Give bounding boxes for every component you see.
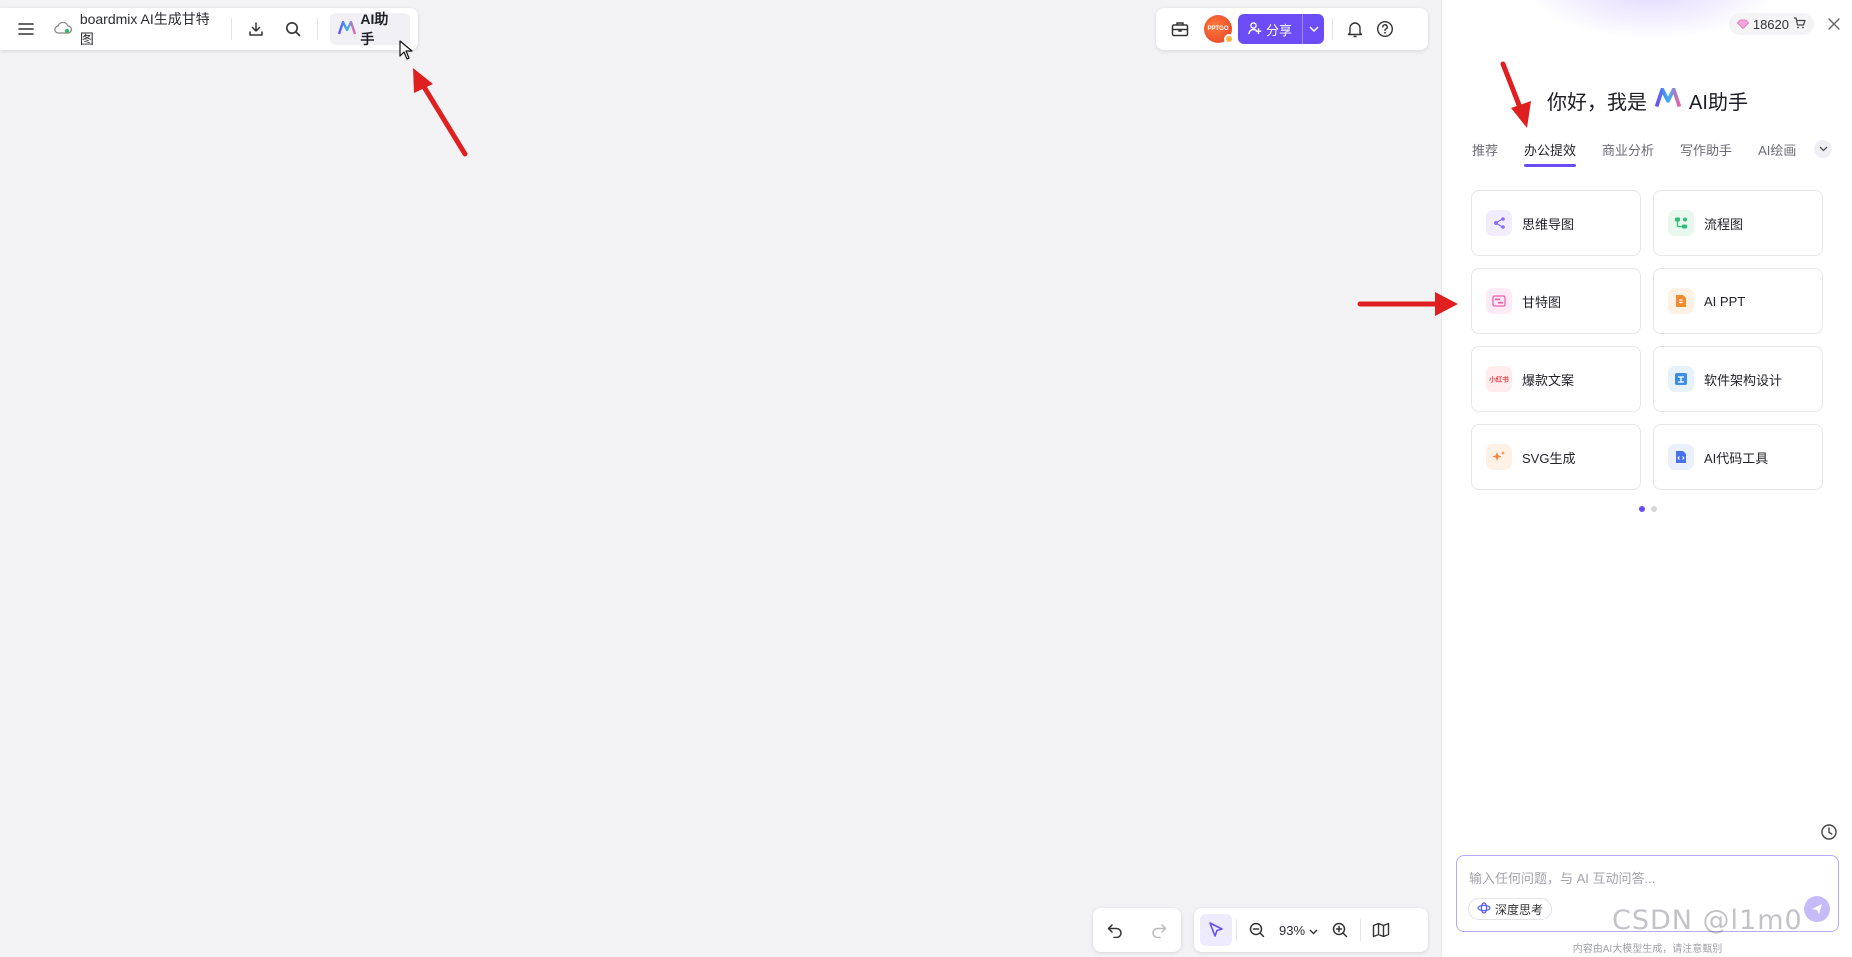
- card-label: 爆款文案: [1522, 372, 1575, 388]
- architecture-icon: [1668, 366, 1694, 392]
- card-label: 软件架构设计: [1704, 372, 1783, 388]
- history-toolbar: [1093, 908, 1181, 952]
- pagination-dot[interactable]: [1638, 506, 1645, 512]
- search-icon[interactable]: [278, 13, 310, 45]
- card-gantt[interactable]: 甘特图: [1471, 268, 1641, 334]
- flowchart-icon: [1668, 210, 1694, 236]
- divider: [317, 18, 319, 40]
- gem-icon: [1736, 17, 1749, 32]
- avatar[interactable]: PPTGO: [1204, 15, 1234, 44]
- document-title-text: boardmix AI生成甘特图: [79, 11, 210, 47]
- tab-writing[interactable]: 写作助手: [1680, 140, 1732, 167]
- greeting: 你好，我是 AI助手: [1442, 86, 1852, 115]
- close-icon[interactable]: [1824, 14, 1844, 34]
- ai-logo-icon: [1654, 87, 1682, 114]
- card-ai-ppt[interactable]: AI PPT: [1653, 268, 1823, 334]
- send-icon[interactable]: [1804, 896, 1830, 922]
- category-tabs: 推荐 办公提效 商业分析 写作助手 AI绘画: [1472, 140, 1842, 170]
- ai-disclaimer: 内容由AI大模型生成，请注意甄别: [1572, 944, 1723, 955]
- ppt-icon: [1668, 288, 1694, 314]
- chat-input-placeholder: 输入任何问题，与 AI 互动问答...: [1469, 871, 1656, 886]
- download-icon[interactable]: [240, 13, 272, 45]
- add-user-icon: [1248, 21, 1262, 38]
- cloud-sync-icon: [54, 21, 72, 37]
- divider: [1360, 919, 1362, 941]
- code-icon: [1668, 444, 1694, 470]
- share-button-group: 分享: [1238, 14, 1325, 44]
- card-label: 思维导图: [1522, 216, 1575, 232]
- share-button[interactable]: 分享: [1238, 14, 1302, 44]
- card-ai-code[interactable]: AI代码工具: [1653, 424, 1823, 490]
- ai-logo-icon: [338, 20, 357, 38]
- top-right-toolbar: PPTGO 分享: [1156, 8, 1428, 50]
- help-icon[interactable]: [1369, 13, 1401, 45]
- credits-count: 18620: [1752, 16, 1789, 32]
- zoom-level: 93%: [1279, 922, 1306, 938]
- top-left-toolbar: boardmix AI生成甘特图 AI助手: [0, 8, 418, 50]
- ai-assistant-panel: 18620 你好，我是 AI助手 推荐 办公提效 商业分析 写作助手 AI绘画 …: [1441, 0, 1852, 957]
- card-software-architecture[interactable]: 软件架构设计: [1653, 346, 1823, 412]
- tab-business-analysis[interactable]: 商业分析: [1602, 140, 1654, 167]
- undo-icon[interactable]: [1099, 914, 1131, 946]
- deep-think-icon: [1477, 901, 1491, 917]
- card-label: AI代码工具: [1704, 450, 1769, 466]
- tool-card-grid: 思维导图 流程图 甘特图 AI PPT 小红书 爆款文案 软件架构设计 SVG生…: [1471, 190, 1823, 490]
- tab-recommend[interactable]: 推荐: [1472, 140, 1498, 167]
- divider: [230, 18, 232, 40]
- sparkle-icon: [1486, 444, 1512, 470]
- card-label: AI PPT: [1704, 293, 1746, 309]
- deep-think-label: 深度思考: [1495, 902, 1544, 917]
- mindmap-icon: [1486, 210, 1512, 236]
- tab-office[interactable]: 办公提效: [1524, 140, 1577, 167]
- zoom-level-dropdown[interactable]: 93%: [1273, 923, 1324, 938]
- menu-icon[interactable]: [10, 13, 42, 45]
- cart-icon: [1793, 16, 1806, 32]
- card-label: SVG生成: [1522, 450, 1576, 466]
- credits-badge[interactable]: 18620: [1728, 13, 1814, 35]
- card-flowchart[interactable]: 流程图: [1653, 190, 1823, 256]
- carousel-pagination: [1442, 506, 1852, 512]
- ai-assistant-label: AI助手: [360, 11, 389, 47]
- greeting-prefix: 你好，我是: [1547, 92, 1648, 114]
- zoom-out-icon[interactable]: [1241, 914, 1273, 946]
- card-mindmap[interactable]: 思维导图: [1471, 190, 1641, 256]
- tab-ai-drawing[interactable]: AI绘画: [1758, 140, 1796, 167]
- chevron-down-icon: [1309, 923, 1318, 938]
- whiteboard-canvas[interactable]: [0, 0, 1441, 957]
- divider: [1332, 18, 1334, 40]
- avatar-status-dot: [1224, 34, 1234, 44]
- card-label: 甘特图: [1522, 294, 1562, 310]
- mouse-cursor-icon: [399, 40, 413, 65]
- share-label: 分享: [1266, 22, 1293, 38]
- map-icon[interactable]: [1365, 914, 1397, 946]
- select-pointer-icon[interactable]: [1200, 914, 1232, 946]
- card-label: 流程图: [1704, 216, 1744, 232]
- deep-think-toggle[interactable]: 深度思考: [1468, 898, 1553, 920]
- bell-icon[interactable]: [1339, 13, 1371, 45]
- card-viral-copy[interactable]: 小红书 爆款文案: [1471, 346, 1641, 412]
- zoom-toolbar: 93%: [1194, 908, 1428, 952]
- gantt-icon: [1486, 288, 1512, 314]
- watermark: CSDN @l1m0: [1612, 905, 1803, 936]
- card-svg-generate[interactable]: SVG生成: [1471, 424, 1641, 490]
- share-dropdown-chevron-icon[interactable]: [1302, 14, 1324, 44]
- divider: [1236, 919, 1237, 941]
- redo-icon[interactable]: [1143, 914, 1175, 946]
- tabs-more-chevron-icon[interactable]: [1814, 140, 1833, 158]
- toolbox-icon[interactable]: [1164, 13, 1196, 45]
- xiaohongshu-icon: 小红书: [1486, 366, 1512, 392]
- history-clock-icon[interactable]: [1820, 823, 1838, 841]
- pagination-dot[interactable]: [1650, 506, 1657, 512]
- zoom-in-icon[interactable]: [1324, 914, 1356, 946]
- greeting-name: AI助手: [1689, 92, 1748, 114]
- svg-text:小红书: 小红书: [1489, 375, 1509, 384]
- document-title[interactable]: boardmix AI生成甘特图: [54, 9, 223, 49]
- avatar-text: PPTGO: [1207, 26, 1229, 32]
